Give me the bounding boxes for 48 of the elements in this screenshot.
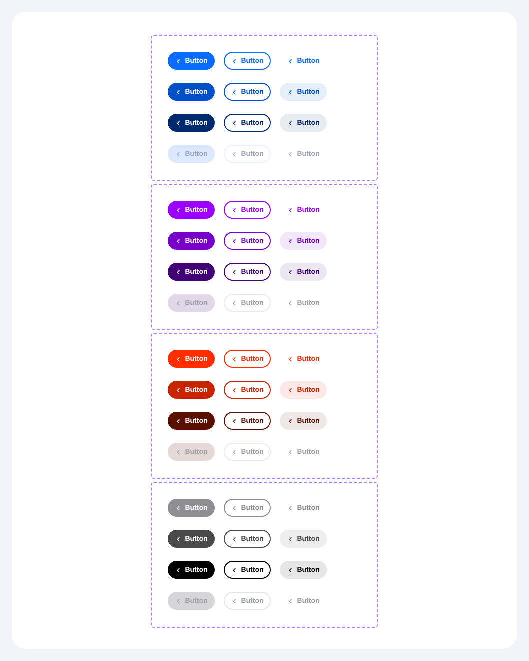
chevron-left-icon bbox=[287, 448, 294, 456]
chevron-left-icon bbox=[287, 536, 294, 542]
chevron-left-icon bbox=[175, 566, 182, 574]
chevron-left-icon bbox=[175, 88, 182, 96]
chevron-left-icon bbox=[231, 566, 238, 574]
chevron-left-icon bbox=[175, 300, 182, 306]
chevron-left-icon bbox=[287, 566, 294, 574]
chevron-left-icon bbox=[231, 356, 238, 362]
chevron-left-icon bbox=[175, 120, 182, 126]
chevron-left-icon bbox=[287, 58, 294, 64]
chevron-left-icon bbox=[175, 238, 182, 244]
chevron-left-icon bbox=[287, 386, 294, 394]
chevron-left-icon bbox=[231, 120, 238, 126]
chevron-left-icon bbox=[287, 504, 294, 512]
chevron-left-icon bbox=[287, 418, 294, 424]
chevron-left-icon bbox=[175, 356, 182, 362]
chevron-left-icon bbox=[175, 504, 182, 512]
chevron-left-icon bbox=[175, 448, 182, 456]
chevron-left-icon bbox=[175, 206, 182, 214]
chevron-left-icon bbox=[231, 418, 238, 424]
chevron-left-icon bbox=[231, 206, 238, 214]
chevron-left-icon bbox=[231, 386, 238, 394]
chevron-left-icon bbox=[287, 120, 294, 126]
chevron-left-icon bbox=[175, 536, 182, 542]
chevron-left-icon bbox=[287, 206, 294, 214]
chevron-left-icon bbox=[231, 504, 238, 512]
chevron-left-icon bbox=[287, 88, 294, 96]
chevron-left-icon bbox=[231, 88, 238, 96]
chevron-left-icon bbox=[287, 598, 294, 604]
chevron-left-icon bbox=[175, 150, 182, 158]
chevron-left-icon bbox=[287, 268, 294, 276]
chevron-left-icon bbox=[231, 598, 238, 604]
chevron-left-icon bbox=[231, 300, 238, 306]
chevron-left-icon bbox=[231, 238, 238, 244]
chevron-left-icon bbox=[231, 268, 238, 276]
chevron-left-icon bbox=[175, 58, 182, 64]
chevron-left-icon bbox=[287, 150, 294, 158]
chevron-left-icon bbox=[175, 418, 182, 424]
chevron-left-icon bbox=[287, 238, 294, 244]
chevron-left-icon bbox=[231, 536, 238, 542]
chevron-left-icon bbox=[175, 268, 182, 276]
chevron-left-icon bbox=[287, 300, 294, 306]
chevron-left-icon bbox=[231, 150, 238, 158]
chevron-left-icon bbox=[231, 58, 238, 64]
chevron-left-icon bbox=[231, 448, 238, 456]
chevron-left-icon bbox=[287, 356, 294, 362]
chevron-left-icon bbox=[175, 598, 182, 604]
chevron-left-icon bbox=[175, 386, 182, 394]
